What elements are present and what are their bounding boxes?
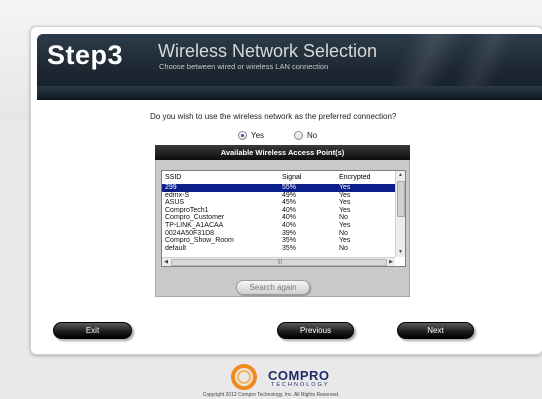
cell-encrypted: Yes xyxy=(339,199,351,207)
cell-signal: 40% xyxy=(282,214,297,222)
next-button[interactable]: Next xyxy=(397,322,474,339)
radio-yes-label: Yes xyxy=(251,131,265,140)
cell-ssid: TP-LINK_A1ACAA xyxy=(165,221,224,229)
cell-encrypted: Yes xyxy=(339,237,351,245)
list-item[interactable]: TP-LINK_A1ACAA 40% Yes xyxy=(162,222,395,230)
search-again-button[interactable]: Search again xyxy=(236,280,310,295)
copyright-text: Copyright 2012 Compro Technology, Inc. A… xyxy=(202,392,340,398)
cell-encrypted: No xyxy=(339,229,348,237)
cell-signal: 35% xyxy=(282,237,297,245)
list-header: SSID Signal Encrypted xyxy=(162,174,395,183)
page-subtitle: Choose between wired or wireless LAN con… xyxy=(159,62,329,71)
radio-no-label: No xyxy=(307,131,318,140)
column-header-encrypted[interactable]: Encrypted xyxy=(339,174,371,181)
cell-ssid: Compro_Show_Room xyxy=(165,237,234,245)
cell-signal: 55% xyxy=(282,184,297,191)
cell-signal: 35% xyxy=(282,244,297,252)
scroll-right-arrow-icon[interactable]: ▶ xyxy=(387,258,395,266)
column-header-ssid[interactable]: SSID xyxy=(165,174,181,181)
cell-signal: 40% xyxy=(282,206,297,214)
list-rows: 299 55% Yes edmx-S 49% Yes ASUS 45% Yes Compro… xyxy=(162,184,395,252)
cell-ssid: edmx-S xyxy=(165,191,190,199)
cell-signal: 49% xyxy=(282,191,297,199)
list-item[interactable]: ComproTech1 40% Yes xyxy=(162,207,395,215)
scroll-grip-icon: ||| xyxy=(278,259,282,265)
page-title: Wireless Network Selection xyxy=(158,41,378,61)
scroll-down-arrow-icon[interactable]: ▼ xyxy=(396,248,405,257)
connection-question: Do you wish to use the wireless network … xyxy=(150,112,397,121)
cell-signal: 39% xyxy=(282,229,297,237)
radio-no[interactable] xyxy=(294,131,303,140)
list-item[interactable]: default 35% No xyxy=(162,245,395,253)
column-header-signal[interactable]: Signal xyxy=(282,174,301,181)
horizontal-scrollbar[interactable]: ◀ ||| ▶ xyxy=(162,257,395,266)
cell-encrypted: Yes xyxy=(339,221,351,229)
cell-ssid: ASUS xyxy=(165,199,185,207)
radio-no-option[interactable]: No xyxy=(294,131,317,140)
list-item[interactable]: 299 55% Yes xyxy=(162,184,395,192)
cell-ssid: ComproTech1 xyxy=(165,206,209,214)
list-item[interactable]: ASUS 45% Yes xyxy=(162,199,395,207)
cell-ssid: default xyxy=(165,244,187,252)
cell-ssid: Compro_Customer xyxy=(165,214,225,222)
vertical-scrollbar[interactable]: ▲ ▼ xyxy=(395,171,405,257)
vertical-scroll-thumb[interactable] xyxy=(397,181,405,217)
cell-ssid: 299 xyxy=(165,184,177,191)
cell-encrypted: Yes xyxy=(339,206,351,214)
cell-signal: 40% xyxy=(282,221,297,229)
header-bottom-band xyxy=(37,86,542,100)
step-title: Step3 xyxy=(47,40,124,70)
cell-encrypted: Yes xyxy=(339,191,351,199)
scroll-up-arrow-icon[interactable]: ▲ xyxy=(396,171,405,180)
previous-button[interactable]: Previous xyxy=(277,322,354,339)
cell-encrypted: Yes xyxy=(339,184,351,191)
cell-encrypted: No xyxy=(339,244,348,252)
access-point-list[interactable]: SSID Signal Encrypted 299 55% Yes edmx-S 49… xyxy=(161,170,406,267)
cell-signal: 45% xyxy=(282,199,297,207)
list-item[interactable]: edmx-S 49% Yes xyxy=(162,192,395,200)
cell-encrypted: No xyxy=(339,214,348,222)
cell-ssid: 0024A50F31D8 xyxy=(165,229,215,237)
list-item[interactable]: Compro_Show_Room 35% Yes xyxy=(162,237,395,245)
list-item[interactable]: Compro_Customer 40% No xyxy=(162,214,395,222)
brand-name: COMPRO xyxy=(268,368,330,383)
radio-yes[interactable] xyxy=(238,131,247,140)
list-item[interactable]: 0024A50F31D8 39% No xyxy=(162,230,395,238)
brand-subtitle: TECHNOLOGY xyxy=(271,382,330,388)
scroll-left-arrow-icon[interactable]: ◀ xyxy=(162,258,170,266)
exit-button[interactable]: Exit xyxy=(53,322,132,339)
access-point-title: Available Wireless Access Point(s) xyxy=(155,145,410,160)
radio-yes-option[interactable]: Yes xyxy=(238,131,264,140)
